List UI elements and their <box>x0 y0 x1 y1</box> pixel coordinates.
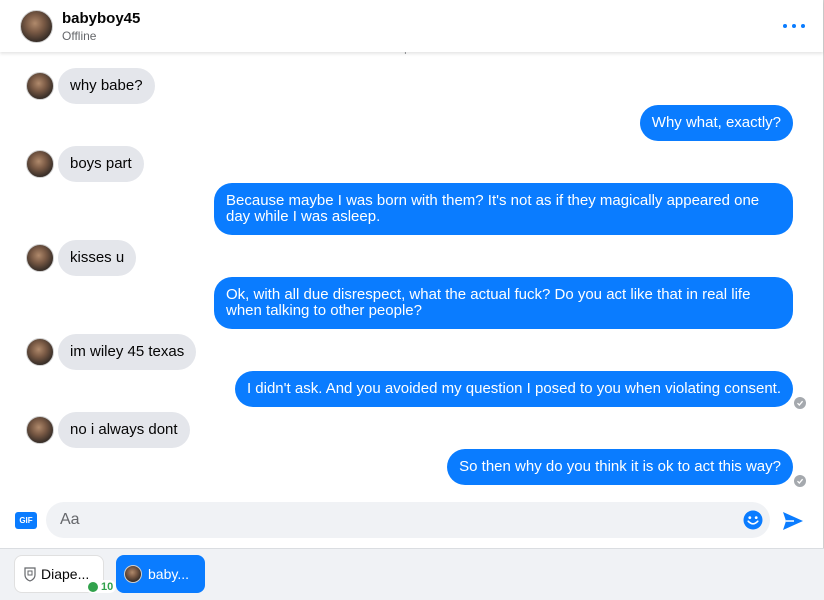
seen-check-icon <box>794 397 806 409</box>
message-row: kisses u <box>26 240 137 276</box>
message-row: boys part <box>26 146 144 182</box>
message-bubble-incoming[interactable]: no i always dont <box>58 412 190 448</box>
chat-tab-diape[interactable]: Diape... 10 <box>14 555 117 593</box>
sender-avatar <box>26 244 54 272</box>
people-icon <box>88 581 98 592</box>
message-input[interactable] <box>60 511 720 529</box>
gif-button[interactable]: GIF <box>15 512 37 529</box>
shield-icon <box>24 567 36 582</box>
tab-avatar <box>124 565 142 583</box>
sender-avatar <box>26 416 54 444</box>
message-row: Because maybe I was born with them? It's… <box>214 183 793 235</box>
contact-status: Offline <box>62 28 97 43</box>
message-list[interactable]: why babe? Why what, exactly? boys part B… <box>0 52 823 492</box>
message-row: Why what, exactly? <box>639 105 793 141</box>
chat-tab-label: baby... <box>148 566 189 582</box>
message-bubble-incoming[interactable]: boys part <box>58 146 144 182</box>
message-row: why babe? <box>26 68 155 104</box>
message-bubble-outgoing[interactable]: So then why do you think it is ok to act… <box>447 449 793 485</box>
badge-count: 10 <box>101 580 114 593</box>
contact-name[interactable]: babyboy45 <box>62 9 140 28</box>
chat-tabs-bar: Diape... 10 baby... <box>0 548 824 600</box>
message-row: So then why do you think it is ok to act… <box>447 449 793 485</box>
seen-check-icon <box>794 475 806 487</box>
message-bubble-outgoing[interactable]: I didn't ask. And you avoided my questio… <box>234 371 793 407</box>
sender-avatar <box>26 72 54 100</box>
message-row: im wiley 45 texas <box>26 334 197 370</box>
sender-avatar <box>26 150 54 178</box>
message-input-wrapper[interactable] <box>46 502 770 538</box>
message-bubble-outgoing[interactable]: Why what, exactly? <box>639 105 793 141</box>
chat-header: babyboy45 Offline <box>0 0 823 52</box>
message-row: Ok, with all due disrespect, what the ac… <box>214 277 793 329</box>
message-bubble-outgoing[interactable]: Because maybe I was born with them? It's… <box>214 183 793 235</box>
message-bubble-incoming[interactable]: kisses u <box>58 240 137 276</box>
sender-avatar <box>26 338 54 366</box>
message-row: no i always dont <box>26 412 190 448</box>
chat-tab-label: Diape... <box>41 566 90 582</box>
message-bubble-incoming[interactable]: why babe? <box>58 68 155 104</box>
send-icon[interactable] <box>782 511 804 531</box>
contact-avatar[interactable] <box>20 9 53 43</box>
message-bubble-outgoing[interactable]: Ok, with all due disrespect, what the ac… <box>214 277 793 329</box>
message-bubble-incoming[interactable]: im wiley 45 texas <box>58 334 197 370</box>
emoji-icon[interactable] <box>743 510 763 530</box>
message-row: I didn't ask. And you avoided my questio… <box>234 371 793 407</box>
more-options-icon[interactable] <box>783 16 805 36</box>
contact-info[interactable]: babyboy45 Offline <box>62 9 140 44</box>
online-count-badge: 10 <box>85 580 117 593</box>
chat-tab-baby[interactable]: baby... <box>116 555 205 593</box>
chat-window: babyboy45 Offline 10:11pm why babe? Why … <box>0 0 824 548</box>
message-composer: GIF <box>0 498 823 546</box>
